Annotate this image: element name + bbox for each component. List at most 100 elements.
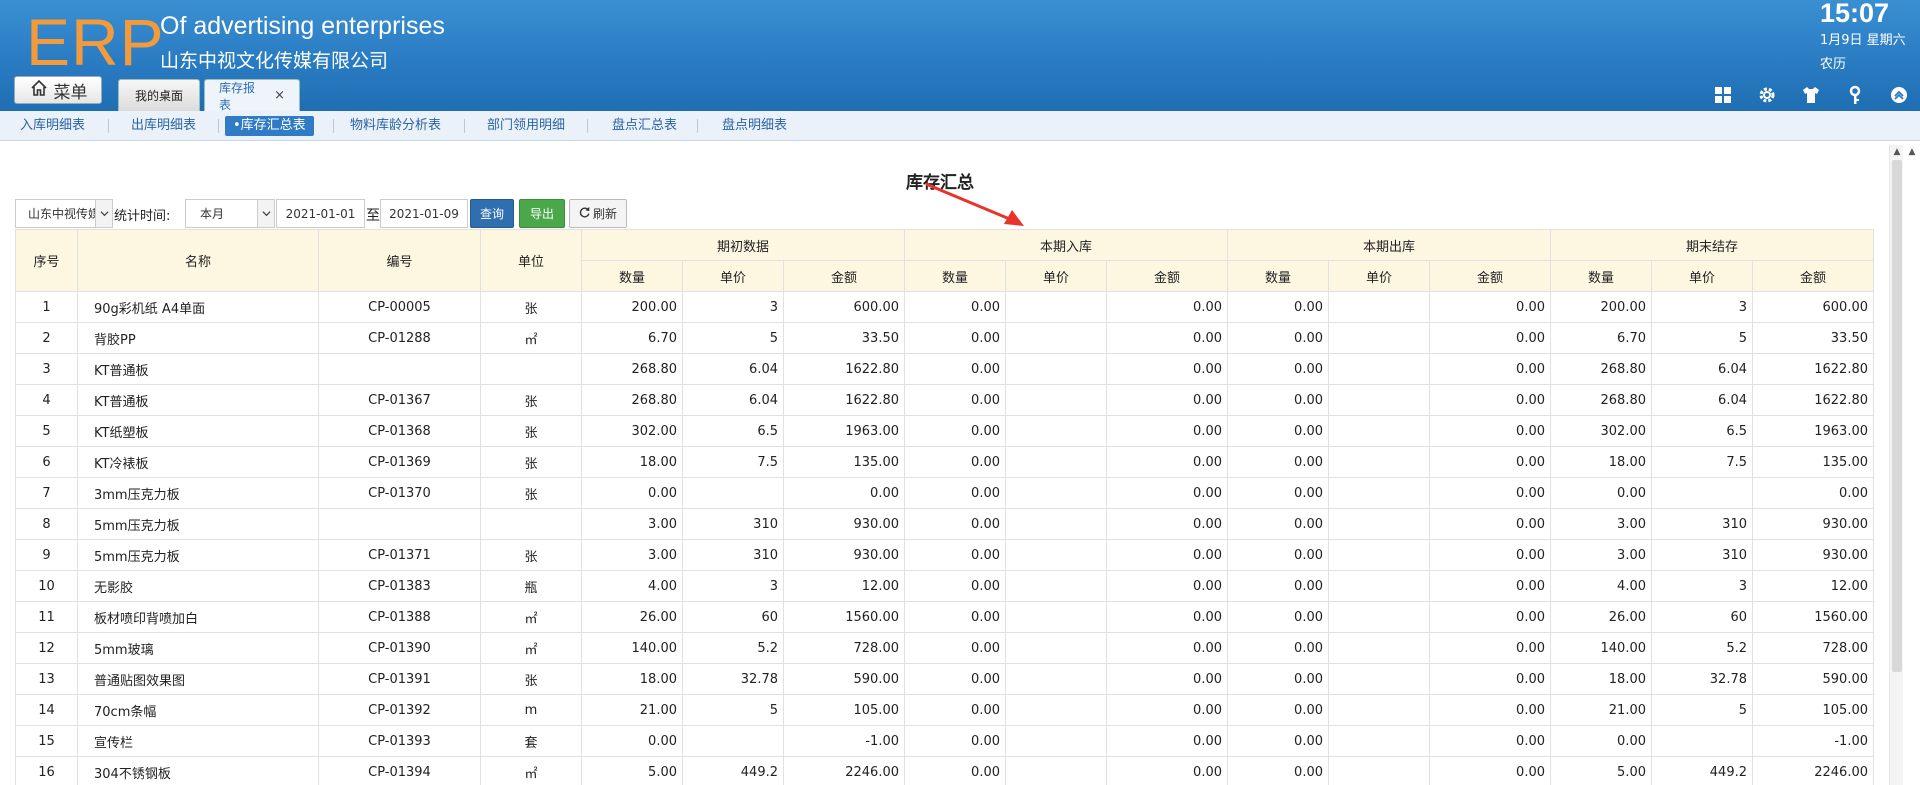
table-row[interactable]: 9 5mm压克力板 CP-01371 张 3.00 310 930.00 0.00 0.00 0.… bbox=[15, 539, 1874, 571]
export-button[interactable]: 导出 bbox=[519, 199, 565, 228]
table-cell: 140.00 bbox=[1550, 632, 1652, 664]
table-cell: 5 bbox=[15, 415, 78, 447]
table-cell: ㎡ bbox=[480, 632, 582, 664]
col-subheader: 数量 bbox=[1227, 260, 1329, 292]
table-cell: 2 bbox=[15, 322, 78, 354]
scroll-up-icon[interactable]: ▲ bbox=[1905, 145, 1919, 159]
gear-icon[interactable] bbox=[1756, 84, 1778, 106]
table-cell: 0.00 bbox=[904, 663, 1006, 695]
table-cell bbox=[1005, 291, 1107, 323]
table-cell: 0.00 bbox=[1106, 632, 1228, 664]
table-cell: 728.00 bbox=[783, 632, 905, 664]
table-row[interactable]: 15 宣传栏 CP-01393 套 0.00 -1.00 0.00 0.00 0.00 0.00 0… bbox=[15, 725, 1874, 757]
subnav-department-usage[interactable]: 部门领用明细 bbox=[479, 116, 573, 136]
tab-inventory-report[interactable]: 库存报表 × bbox=[204, 79, 300, 112]
table-cell: ㎡ bbox=[480, 601, 582, 633]
table-row[interactable]: 16 304不锈钢板 CP-01394 ㎡ 5.00 449.2 2246.00 0.00 0.… bbox=[15, 756, 1874, 785]
table-cell: 0.00 bbox=[1429, 384, 1551, 416]
table-row[interactable]: 13 普通贴图效果图 CP-01391 张 18.00 32.78 590.00 0.00 0.… bbox=[15, 663, 1874, 695]
subnav-stocktake-detail[interactable]: 盘点明细表 bbox=[714, 116, 795, 136]
table-row[interactable]: 7 3mm压克力板 CP-01370 张 0.00 0.00 0.00 0.00 0.00 0.0… bbox=[15, 477, 1874, 509]
subnav-inbound-detail[interactable]: 入库明细表 bbox=[12, 116, 93, 136]
erp-logo: ERP bbox=[26, 5, 165, 79]
subnav-inventory-summary[interactable]: •库存汇总表 bbox=[225, 116, 314, 136]
date-to-input[interactable]: 2021-01-09 bbox=[380, 199, 468, 228]
table-cell bbox=[1328, 322, 1430, 354]
table-cell bbox=[1328, 632, 1430, 664]
table-cell: 0.00 bbox=[1106, 446, 1228, 478]
table-cell: 0.00 bbox=[1550, 725, 1652, 757]
table-cell: 0.00 bbox=[1106, 477, 1228, 509]
scrollbar-thumb[interactable] bbox=[1892, 160, 1902, 672]
table-cell: 5.2 bbox=[682, 632, 784, 664]
table-cell: 0.00 bbox=[1550, 477, 1652, 509]
table-cell: 6.04 bbox=[1651, 384, 1753, 416]
vertical-scrollbar[interactable]: ▲ bbox=[1889, 145, 1903, 785]
table-cell: 0.00 bbox=[904, 756, 1006, 785]
outer-scrollbar[interactable]: ▲ bbox=[1905, 145, 1919, 785]
table-cell: 6.5 bbox=[682, 415, 784, 447]
report-subnav: 入库明细表 出库明细表 •库存汇总表 物料库龄分析表 部门领用明细 盘点汇总表 … bbox=[0, 111, 1920, 141]
table-cell: 18.00 bbox=[581, 446, 683, 478]
scroll-up-icon[interactable]: ▲ bbox=[1890, 145, 1904, 159]
period-select[interactable]: 本月 bbox=[185, 199, 275, 228]
table-cell: 16 bbox=[15, 756, 78, 785]
table-cell: CP-01370 bbox=[318, 477, 481, 509]
table-row[interactable]: 4 KT普通板 CP-01367 张 268.80 6.04 1622.80 0.00 0.00… bbox=[15, 384, 1874, 416]
subnav-material-age[interactable]: 物料库龄分析表 bbox=[342, 116, 449, 136]
table-cell: KT普通板 bbox=[77, 384, 319, 416]
table-cell: 0.00 bbox=[1429, 601, 1551, 633]
table-cell bbox=[1328, 725, 1430, 757]
table-cell: 0.00 bbox=[1227, 415, 1329, 447]
collapse-up-icon[interactable] bbox=[1888, 84, 1910, 106]
table-row[interactable]: 6 KT冷裱板 CP-01369 张 18.00 7.5 135.00 0.00 0.00 0.0… bbox=[15, 446, 1874, 478]
table-cell: 套 bbox=[480, 725, 582, 757]
table-cell: 0.00 bbox=[1106, 415, 1228, 447]
table-row[interactable]: 3 KT普通板 268.80 6.04 1622.80 0.00 0.00 0.00 0.00 2… bbox=[15, 353, 1874, 385]
subnav-stocktake-summary[interactable]: 盘点汇总表 bbox=[604, 116, 685, 136]
table-row[interactable]: 10 无影胶 CP-01383 瓶 4.00 3 12.00 0.00 0.00 0.00 0.00… bbox=[15, 570, 1874, 602]
table-cell: 0.00 bbox=[1227, 322, 1329, 354]
table-cell: 200.00 bbox=[581, 291, 683, 323]
table-row[interactable]: 14 70cm条幅 CP-01392 m 21.00 5 105.00 0.00 0.00 0.0… bbox=[15, 694, 1874, 726]
close-icon[interactable]: × bbox=[274, 88, 285, 103]
table-cell bbox=[1005, 353, 1107, 385]
table-row[interactable]: 12 5mm玻璃 CP-01390 ㎡ 140.00 5.2 728.00 0.00 0.00 0… bbox=[15, 632, 1874, 664]
table-cell: CP-01369 bbox=[318, 446, 481, 478]
menu-button[interactable]: 菜单 bbox=[14, 76, 102, 104]
table-cell bbox=[1005, 570, 1107, 602]
inventory-summary-table: 序号 名称 编号 单位 期初数据 本期入库 本期出库 期末结存 数量 单价 金额 数量… bbox=[15, 229, 1874, 785]
table-cell: 12.00 bbox=[783, 570, 905, 602]
table-cell: 930.00 bbox=[783, 508, 905, 540]
table-cell: 268.80 bbox=[1550, 384, 1652, 416]
table-row[interactable]: 11 板材喷印背喷加白 CP-01388 ㎡ 26.00 60 1560.00 0.00 0.0… bbox=[15, 601, 1874, 633]
shirt-icon[interactable] bbox=[1800, 84, 1822, 106]
tab-my-desktop[interactable]: 我的桌面 bbox=[118, 79, 200, 111]
table-row[interactable]: 8 5mm压克力板 3.00 310 930.00 0.00 0.00 0.00 0.00 3.0… bbox=[15, 508, 1874, 540]
table-cell: 304不锈钢板 bbox=[77, 756, 319, 785]
date-from-input[interactable]: 2021-01-01 bbox=[276, 199, 365, 228]
company-name-en: Of advertising enterprises bbox=[160, 12, 445, 40]
table-cell: 2246.00 bbox=[783, 756, 905, 785]
chevron-down-icon bbox=[95, 200, 112, 227]
col-subheader: 金额 bbox=[1429, 260, 1551, 292]
key-icon[interactable] bbox=[1844, 84, 1866, 106]
table-cell: 0.00 bbox=[1106, 384, 1228, 416]
company-select[interactable]: 山东中视传媒 bbox=[15, 199, 113, 228]
table-cell: 0.00 bbox=[1227, 663, 1329, 695]
table-cell bbox=[1328, 508, 1430, 540]
subnav-outbound-detail[interactable]: 出库明细表 bbox=[123, 116, 204, 136]
table-cell: 张 bbox=[480, 446, 582, 478]
query-button[interactable]: 查询 bbox=[470, 199, 514, 228]
app-header: ERP Of advertising enterprises 山东中视文化传媒有… bbox=[0, 0, 1920, 112]
col-group-opening: 期初数据 bbox=[581, 229, 905, 261]
refresh-button[interactable]: 刷新 bbox=[569, 199, 627, 228]
table-cell bbox=[1328, 477, 1430, 509]
table-cell: 449.2 bbox=[1651, 756, 1753, 785]
table-cell: 3.00 bbox=[581, 508, 683, 540]
table-row[interactable]: 2 背胶PP CP-01288 ㎡ 6.70 5 33.50 0.00 0.00 0.00 0.00… bbox=[15, 322, 1874, 354]
grid-icon[interactable] bbox=[1712, 84, 1734, 106]
table-cell: 1622.80 bbox=[1752, 384, 1874, 416]
table-row[interactable]: 1 90g彩机纸 A4单面 CP-00005 张 200.00 3 600.00 0.00 0.… bbox=[15, 291, 1874, 323]
table-row[interactable]: 5 KT纸塑板 CP-01368 张 302.00 6.5 1963.00 0.00 0.00 0… bbox=[15, 415, 1874, 447]
